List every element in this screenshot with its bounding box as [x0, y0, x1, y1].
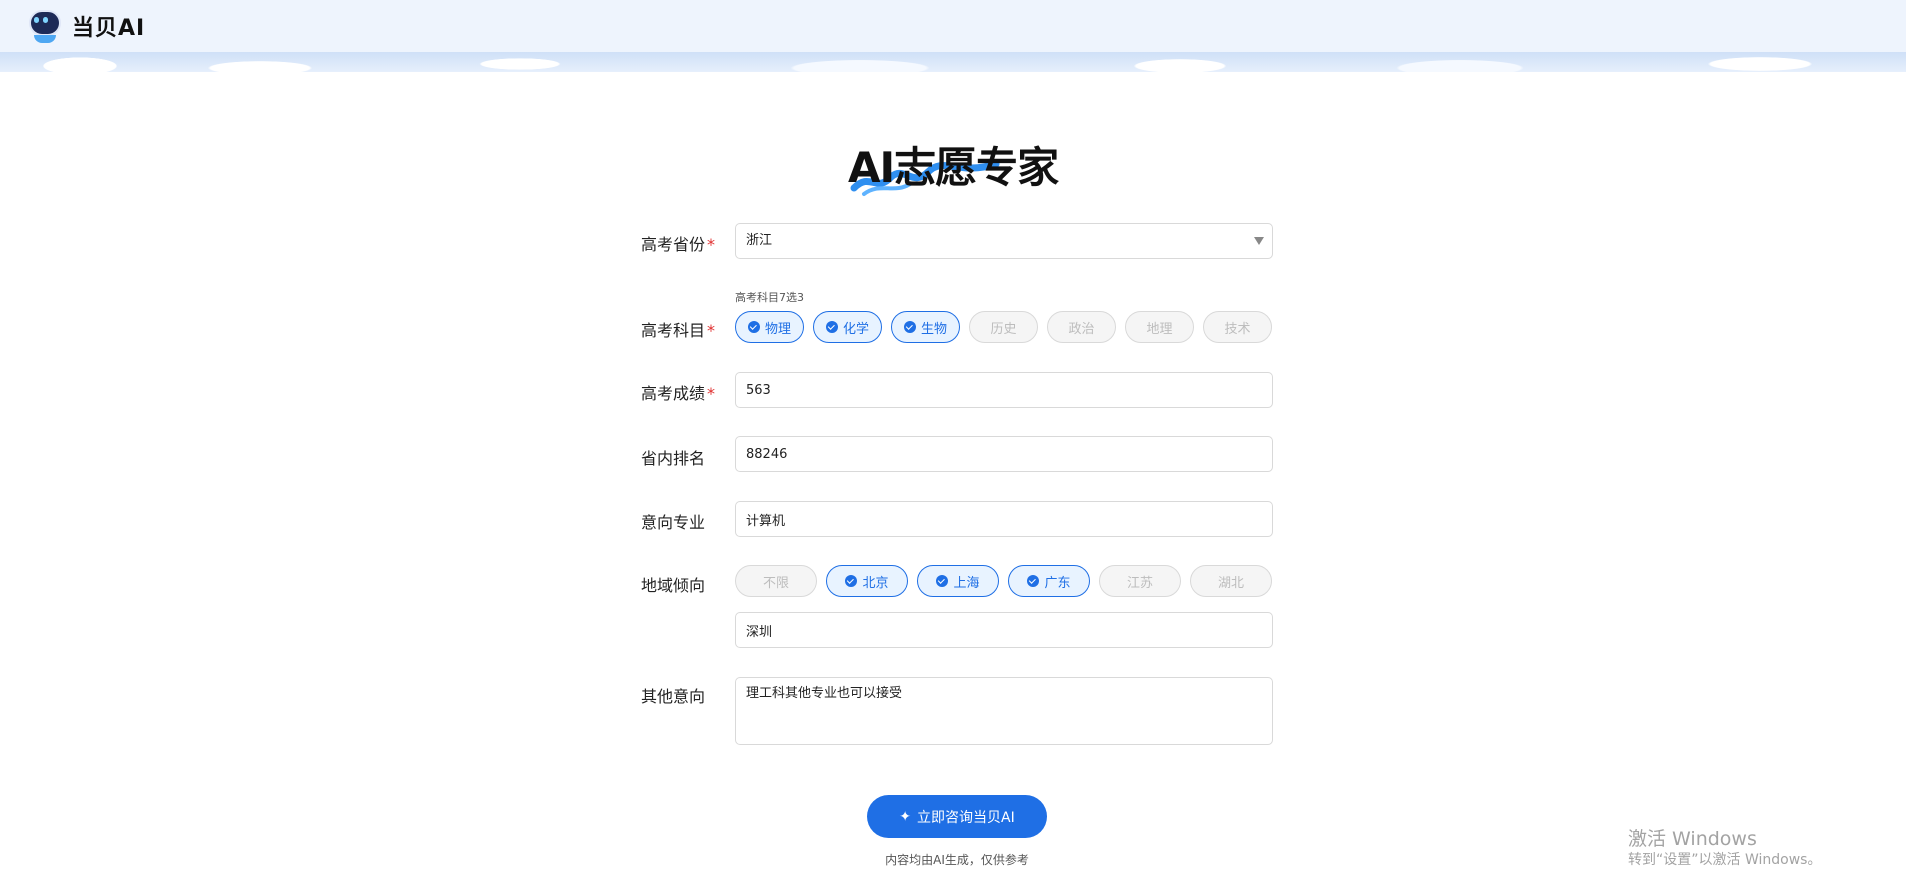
windows-watermark-title: 激活 Windows — [1628, 828, 1757, 850]
robot-mascot-icon — [26, 8, 64, 44]
rank-input-box[interactable] — [746, 437, 1272, 471]
region-chip[interactable]: 湖北 — [1190, 565, 1272, 597]
consult-button-label: 立即咨询当贝AI — [917, 809, 1015, 826]
consult-button[interactable]: ✦ 立即咨询当贝AI — [867, 795, 1047, 838]
check-circle-icon — [845, 575, 858, 587]
chevron-down-icon[interactable] — [1254, 237, 1264, 245]
province-label: 高考省份 * — [641, 235, 716, 254]
subject-chip-label: 化学 — [842, 321, 869, 337]
region-chip[interactable]: 上海 — [917, 565, 999, 597]
region-chip-label: 广东 — [1044, 575, 1071, 591]
major-input[interactable] — [735, 501, 1273, 537]
region-chip-label: 北京 — [862, 575, 889, 591]
subject-chip-label: 技术 — [1224, 321, 1251, 337]
region-chip-label: 不限 — [762, 575, 789, 591]
subject-chip-label: 政治 — [1068, 321, 1095, 337]
score-label: 高考成绩 * — [641, 384, 716, 403]
required-mark: * — [707, 321, 716, 340]
header-cloud-band — [0, 52, 1906, 72]
score-input[interactable] — [735, 372, 1273, 408]
region-chip-label: 江苏 — [1126, 575, 1153, 591]
major-input-box[interactable] — [746, 502, 1272, 536]
region-extra-input[interactable] — [735, 612, 1273, 648]
check-circle-icon — [1027, 575, 1040, 587]
region-label: 地域倾向 — [641, 576, 706, 595]
check-circle-icon — [936, 575, 949, 587]
score-input-box[interactable] — [746, 373, 1272, 407]
subjects-label: 高考科目 * — [641, 321, 716, 340]
major-label: 意向专业 — [641, 513, 706, 532]
region-chip[interactable]: 江苏 — [1099, 565, 1181, 597]
subject-chip[interactable]: 化学 — [813, 311, 882, 343]
brand-logo[interactable]: 当贝AI — [26, 8, 145, 44]
top-header: 当贝AI — [0, 0, 1906, 72]
province-value: 浙江 — [746, 233, 773, 248]
province-select[interactable]: 浙江 — [735, 223, 1273, 259]
brand-name: 当贝AI — [72, 16, 146, 41]
region-chip-label: 上海 — [953, 575, 980, 591]
region-chip-label: 湖北 — [1217, 575, 1244, 591]
other-textarea[interactable]: 理工科其他专业也可以接受 — [735, 677, 1273, 745]
subject-chip[interactable]: 物理 — [735, 311, 804, 343]
check-circle-icon — [825, 321, 838, 333]
sparkle-icon: ✦ — [899, 808, 911, 825]
subjects-chip-group: 物理 化学 生物 历史 政治 地理 技术 — [735, 311, 1281, 343]
subject-chip[interactable]: 生物 — [891, 311, 960, 343]
subject-chip[interactable]: 历史 — [969, 311, 1038, 343]
required-mark: * — [707, 384, 716, 403]
windows-watermark-subtitle: 转到“设置”以激活 Windows。 — [1628, 852, 1822, 868]
ai-disclaimer: 内容均由AI生成，仅供参考 — [885, 853, 1029, 867]
rank-label: 省内排名 — [641, 449, 706, 468]
check-circle-icon — [747, 321, 760, 333]
rank-input[interactable] — [735, 436, 1273, 472]
subject-chip-label: 地理 — [1146, 321, 1173, 337]
subjects-hint: 高考科目7选3 — [735, 291, 804, 304]
subject-chip-label: 生物 — [920, 321, 947, 337]
other-label: 其他意向 — [641, 687, 706, 706]
region-chip[interactable]: 不限 — [735, 565, 817, 597]
other-textarea-box[interactable]: 理工科其他专业也可以接受 — [746, 678, 1272, 744]
page-title: AI志愿专家 — [848, 143, 1059, 192]
required-mark: * — [707, 235, 716, 254]
check-circle-icon — [903, 321, 916, 333]
region-chip-group: 不限 北京 上海 广东 江苏 湖北 — [735, 565, 1281, 597]
subject-chip[interactable]: 政治 — [1047, 311, 1116, 343]
region-chip[interactable]: 北京 — [826, 565, 908, 597]
page-title-block: AI志愿专家 — [848, 134, 1068, 204]
subject-chip[interactable]: 技术 — [1203, 311, 1272, 343]
subject-chip[interactable]: 地理 — [1125, 311, 1194, 343]
subject-chip-label: 物理 — [764, 321, 791, 337]
region-extra-input-box[interactable] — [746, 613, 1272, 647]
subject-chip-label: 历史 — [990, 321, 1017, 337]
region-chip[interactable]: 广东 — [1008, 565, 1090, 597]
